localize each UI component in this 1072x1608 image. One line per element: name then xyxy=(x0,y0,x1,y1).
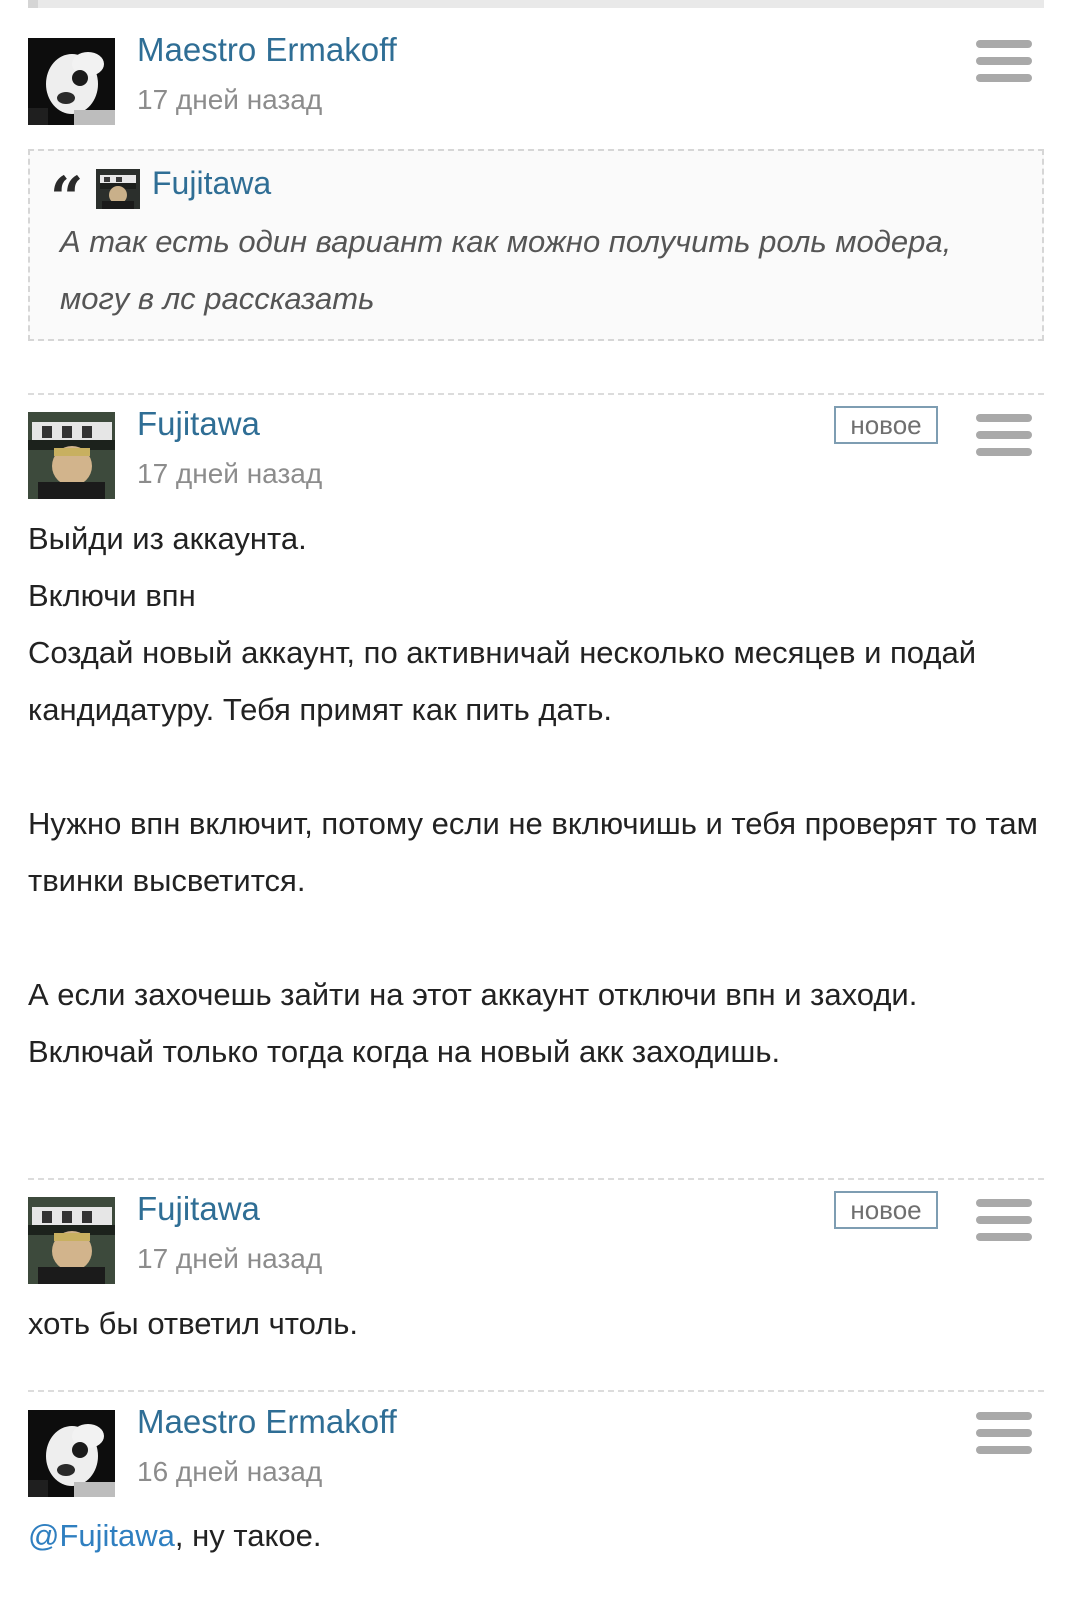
hamburger-menu-icon xyxy=(976,1199,1032,1207)
comment-paragraph: А если захочешь зайти на этот аккаунт от… xyxy=(28,977,918,1069)
comment-text: Выйди из аккаунта. Включи впн Создай нов… xyxy=(28,510,1038,1080)
comment-paragraph: Включи впн xyxy=(28,578,196,613)
comment-author[interactable]: Maestro Ermakoff xyxy=(137,30,397,70)
comment-author[interactable]: Fujitawa xyxy=(137,404,260,444)
comment-menu-button[interactable] xyxy=(976,414,1032,462)
user-mention-link[interactable]: @Fujitawa xyxy=(28,1518,175,1553)
avatar[interactable] xyxy=(28,412,115,499)
dog-mask-avatar-image xyxy=(28,38,115,125)
comment-paragraph: Выйди из аккаунта. xyxy=(28,521,307,556)
comment-menu-button[interactable] xyxy=(976,1199,1032,1247)
comment-separator xyxy=(28,1178,1044,1180)
quoted-author-avatar[interactable] xyxy=(96,169,140,209)
comment-menu-button[interactable] xyxy=(976,40,1032,88)
hamburger-menu-icon xyxy=(976,1412,1032,1420)
avatar[interactable] xyxy=(28,38,115,125)
hamburger-menu-icon xyxy=(976,414,1032,422)
dog-mask-avatar-image xyxy=(28,1410,115,1497)
hat-character-avatar-image xyxy=(28,412,115,499)
quoted-author-name[interactable]: Fujitawa xyxy=(152,163,271,203)
comment-timestamp: 17 дней назад xyxy=(137,1243,323,1274)
hamburger-menu-icon xyxy=(976,40,1032,48)
comment-timestamp: 17 дней назад xyxy=(137,458,323,489)
new-badge: новое xyxy=(834,1191,938,1229)
avatar[interactable] xyxy=(28,1197,115,1284)
comment-menu-button[interactable] xyxy=(976,1412,1032,1460)
comment-paragraph: Создай новый аккаунт, по активничай неск… xyxy=(28,635,977,727)
comment-text: @Fujitawa, ну такое. xyxy=(28,1507,1038,1564)
comment-text-after-mention: , ну такое. xyxy=(174,1518,322,1553)
hat-character-avatar-image xyxy=(28,1197,115,1284)
avatar[interactable] xyxy=(28,1410,115,1497)
comment-separator xyxy=(28,393,1044,395)
previous-comment-edge xyxy=(28,0,1044,8)
quote-text: А так есть один вариант как можно получи… xyxy=(60,224,952,316)
quote-block: “ Fujitawa А так есть один вариант как м… xyxy=(28,149,1044,341)
comment-separator xyxy=(28,1390,1044,1392)
comment-text: хоть бы ответил чтоль. xyxy=(28,1306,359,1341)
comment-timestamp: 17 дней назад xyxy=(137,84,323,115)
new-badge: новое xyxy=(834,406,938,444)
comment-author[interactable]: Maestro Ermakoff xyxy=(137,1402,397,1442)
comment-timestamp: 16 дней назад xyxy=(137,1456,323,1487)
comment-author[interactable]: Fujitawa xyxy=(137,1189,260,1229)
comment-paragraph: Нужно впн включит, потому если не включи… xyxy=(28,806,1038,898)
